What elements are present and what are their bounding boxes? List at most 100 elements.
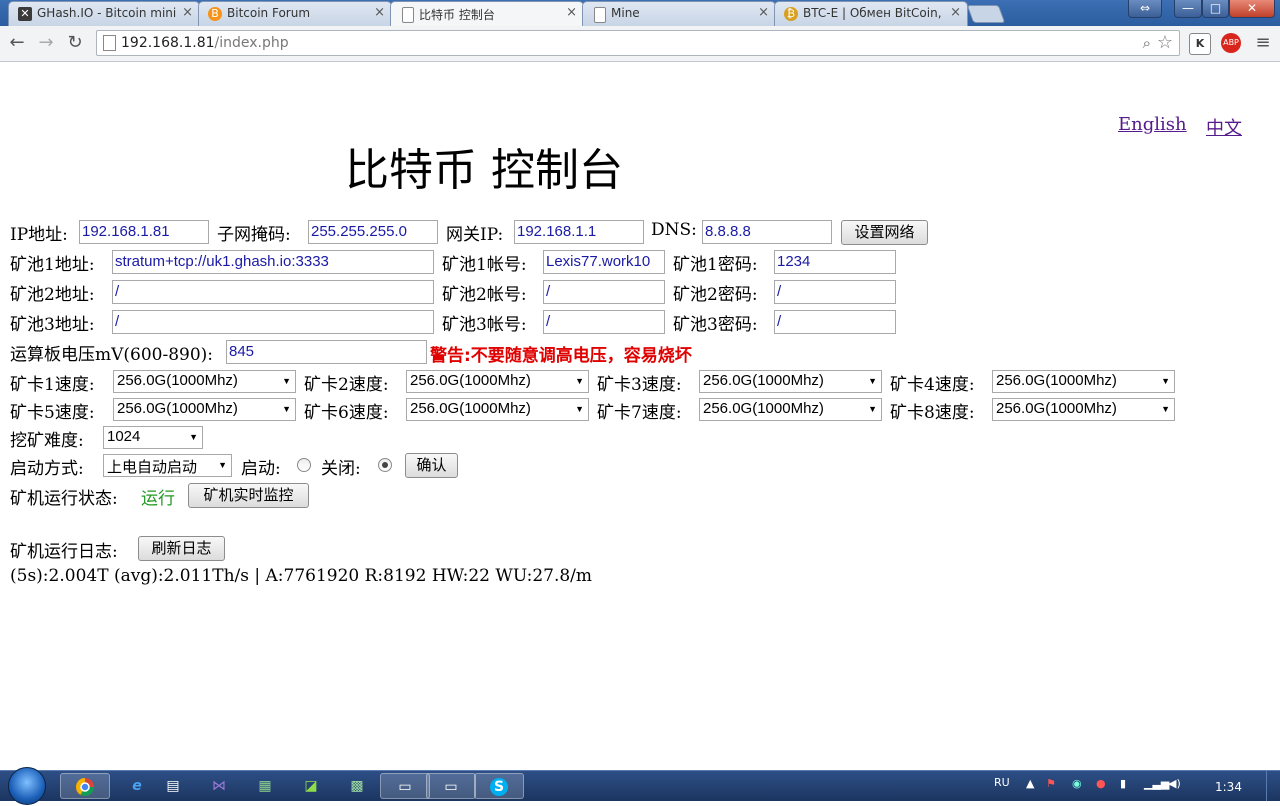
- forward-icon[interactable]: →: [35, 32, 57, 54]
- page-icon: [594, 7, 606, 23]
- pool1-account-input[interactable]: Lexis77.work10: [543, 250, 665, 274]
- power-icon[interactable]: ▮: [1120, 777, 1126, 790]
- pool2-account-input[interactable]: /: [543, 280, 665, 304]
- difficulty-select[interactable]: 1024 ▼: [103, 426, 203, 449]
- menu-icon[interactable]: ≡: [1253, 33, 1273, 53]
- chrome-taskbar-icon[interactable]: [60, 773, 110, 799]
- pool3-password-input[interactable]: /: [774, 310, 896, 334]
- dropdown-arrow-icon: ▼: [1161, 376, 1170, 386]
- pool3-address-input[interactable]: /: [112, 310, 434, 334]
- clock[interactable]: 1:34: [1215, 780, 1242, 794]
- bookmark-star-icon[interactable]: ☆: [1157, 32, 1173, 53]
- card4-speed-select[interactable]: 256.0G(1000Mhz) ▼: [992, 370, 1175, 393]
- pool1-password-label: 矿池1密码:: [673, 255, 758, 275]
- zoom-icon[interactable]: ⌕: [1143, 34, 1151, 52]
- tab-mine[interactable]: Mine ×: [582, 1, 776, 26]
- notepad-taskbar-icon[interactable]: ▤: [148, 773, 198, 799]
- show-desktop-button[interactable]: [1266, 771, 1280, 801]
- card6-speed-select[interactable]: 256.0G(1000Mhz) ▼: [406, 398, 589, 421]
- address-bar[interactable]: 192.168.1.81/index.php ⌕ ☆: [96, 30, 1180, 56]
- card5-speed-select[interactable]: 256.0G(1000Mhz) ▼: [113, 398, 296, 421]
- page-icon: [103, 35, 116, 51]
- card4-speed-label: 矿卡4速度:: [890, 375, 975, 395]
- maximize-button[interactable]: □: [1202, 0, 1229, 18]
- ip-input[interactable]: 192.168.1.81: [79, 220, 209, 244]
- status-label: 矿机运行状态:: [10, 489, 118, 509]
- card2-speed-label: 矿卡2速度:: [304, 375, 389, 395]
- start-button[interactable]: [8, 767, 46, 805]
- startup-mode-label: 启动方式:: [10, 459, 84, 479]
- card7-speed-label: 矿卡7速度:: [597, 403, 682, 423]
- pool2-address-input[interactable]: /: [112, 280, 434, 304]
- pool1-address-input[interactable]: stratum+tcp://uk1.ghash.io:3333: [112, 250, 434, 274]
- card1-speed-select[interactable]: 256.0G(1000Mhz) ▼: [113, 370, 296, 393]
- realtime-monitor-button[interactable]: 矿机实时监控: [188, 483, 309, 508]
- page-icon: [402, 7, 414, 23]
- tab-title: Bitcoin Forum: [227, 6, 311, 20]
- window2-taskbar-icon[interactable]: ▭: [426, 773, 476, 799]
- lang-chinese-link[interactable]: 中文: [1206, 114, 1242, 140]
- pool2-password-input[interactable]: /: [774, 280, 896, 304]
- stop-radio[interactable]: [378, 458, 392, 472]
- antivirus-tray-icon[interactable]: ●: [1096, 777, 1106, 790]
- pool2-address-label: 矿池2地址:: [10, 285, 95, 305]
- page-content: English 中文 比特币 控制台 IP地址: 192.168.1.81 子网…: [0, 62, 1280, 770]
- tab-bitcoin-forum[interactable]: B Bitcoin Forum ×: [198, 1, 392, 26]
- tab-console[interactable]: 比特币 控制台 ×: [390, 1, 584, 26]
- select-value: 256.0G(1000Mhz): [703, 372, 824, 389]
- difficulty-label: 挖矿难度:: [10, 431, 84, 451]
- select-value: 1024: [107, 428, 141, 445]
- close-icon[interactable]: ×: [758, 5, 769, 20]
- adblock-extension-icon[interactable]: ABP: [1221, 33, 1241, 53]
- tab-btce[interactable]: ₿ BTC-E | Обмен BitCoin, Г ×: [774, 1, 968, 26]
- show-hidden-icons[interactable]: ▲: [1026, 777, 1034, 790]
- start-radio[interactable]: [297, 458, 311, 472]
- card3-speed-select[interactable]: 256.0G(1000Mhz) ▼: [699, 370, 882, 393]
- page-title: 比特币 控制台: [345, 145, 623, 196]
- confirm-button[interactable]: 确认: [405, 453, 458, 478]
- tab-ghash[interactable]: ✕ GHash.IO - Bitcoin mining ×: [8, 1, 200, 26]
- skype-tray-icon[interactable]: ◉: [1072, 777, 1082, 790]
- close-icon[interactable]: ×: [182, 5, 193, 20]
- close-window-button[interactable]: ✕: [1229, 0, 1275, 18]
- set-network-button[interactable]: 设置网络: [841, 220, 928, 245]
- kaspersky-extension-icon[interactable]: K: [1189, 33, 1211, 55]
- close-icon[interactable]: ×: [374, 5, 385, 20]
- voltage-input[interactable]: 845: [226, 340, 427, 364]
- card7-speed-select[interactable]: 256.0G(1000Mhz) ▼: [699, 398, 882, 421]
- dropdown-arrow-icon: ▼: [189, 432, 198, 442]
- lang-english-link[interactable]: English: [1118, 114, 1187, 135]
- excel-taskbar-icon[interactable]: ▦: [240, 773, 290, 799]
- startup-mode-select[interactable]: 上电自动启动 ▼: [103, 454, 232, 477]
- select-value: 256.0G(1000Mhz): [703, 400, 824, 417]
- minimize-button[interactable]: —: [1174, 0, 1202, 18]
- card2-speed-select[interactable]: 256.0G(1000Mhz) ▼: [406, 370, 589, 393]
- window-taskbar-icon[interactable]: ▭: [380, 773, 430, 799]
- network-signal-icon[interactable]: ▁▃▅: [1144, 777, 1169, 790]
- flag-icon[interactable]: ⚑: [1046, 777, 1056, 790]
- app-taskbar-icon[interactable]: ◪: [286, 773, 336, 799]
- pool1-password-input[interactable]: 1234: [774, 250, 896, 274]
- pool3-account-input[interactable]: /: [543, 310, 665, 334]
- card8-speed-label: 矿卡8速度:: [890, 403, 975, 423]
- refresh-log-button[interactable]: 刷新日志: [138, 536, 225, 561]
- spreadsheet-taskbar-icon[interactable]: ▩: [332, 773, 382, 799]
- back-icon[interactable]: ←: [6, 32, 28, 54]
- skype-taskbar-icon[interactable]: S: [474, 773, 524, 799]
- window-switch-button[interactable]: ⇔: [1128, 0, 1162, 18]
- visual-studio-taskbar-icon[interactable]: ⋈: [194, 773, 244, 799]
- gateway-input[interactable]: 192.168.1.1: [514, 220, 644, 244]
- dropdown-arrow-icon: ▼: [868, 376, 877, 386]
- stop-radio-label: 关闭:: [321, 459, 361, 479]
- dns-input[interactable]: 8.8.8.8: [702, 220, 832, 244]
- start-radio-label: 启动:: [241, 459, 281, 479]
- volume-icon[interactable]: ◀): [1168, 777, 1181, 790]
- close-icon[interactable]: ×: [566, 5, 577, 20]
- select-value: 256.0G(1000Mhz): [410, 400, 531, 417]
- card8-speed-select[interactable]: 256.0G(1000Mhz) ▼: [992, 398, 1175, 421]
- new-tab-button[interactable]: [966, 5, 1006, 23]
- mask-input[interactable]: 255.255.255.0: [308, 220, 438, 244]
- input-language[interactable]: RU: [994, 776, 1010, 789]
- close-icon[interactable]: ×: [950, 5, 961, 20]
- reload-icon[interactable]: ↻: [64, 32, 86, 54]
